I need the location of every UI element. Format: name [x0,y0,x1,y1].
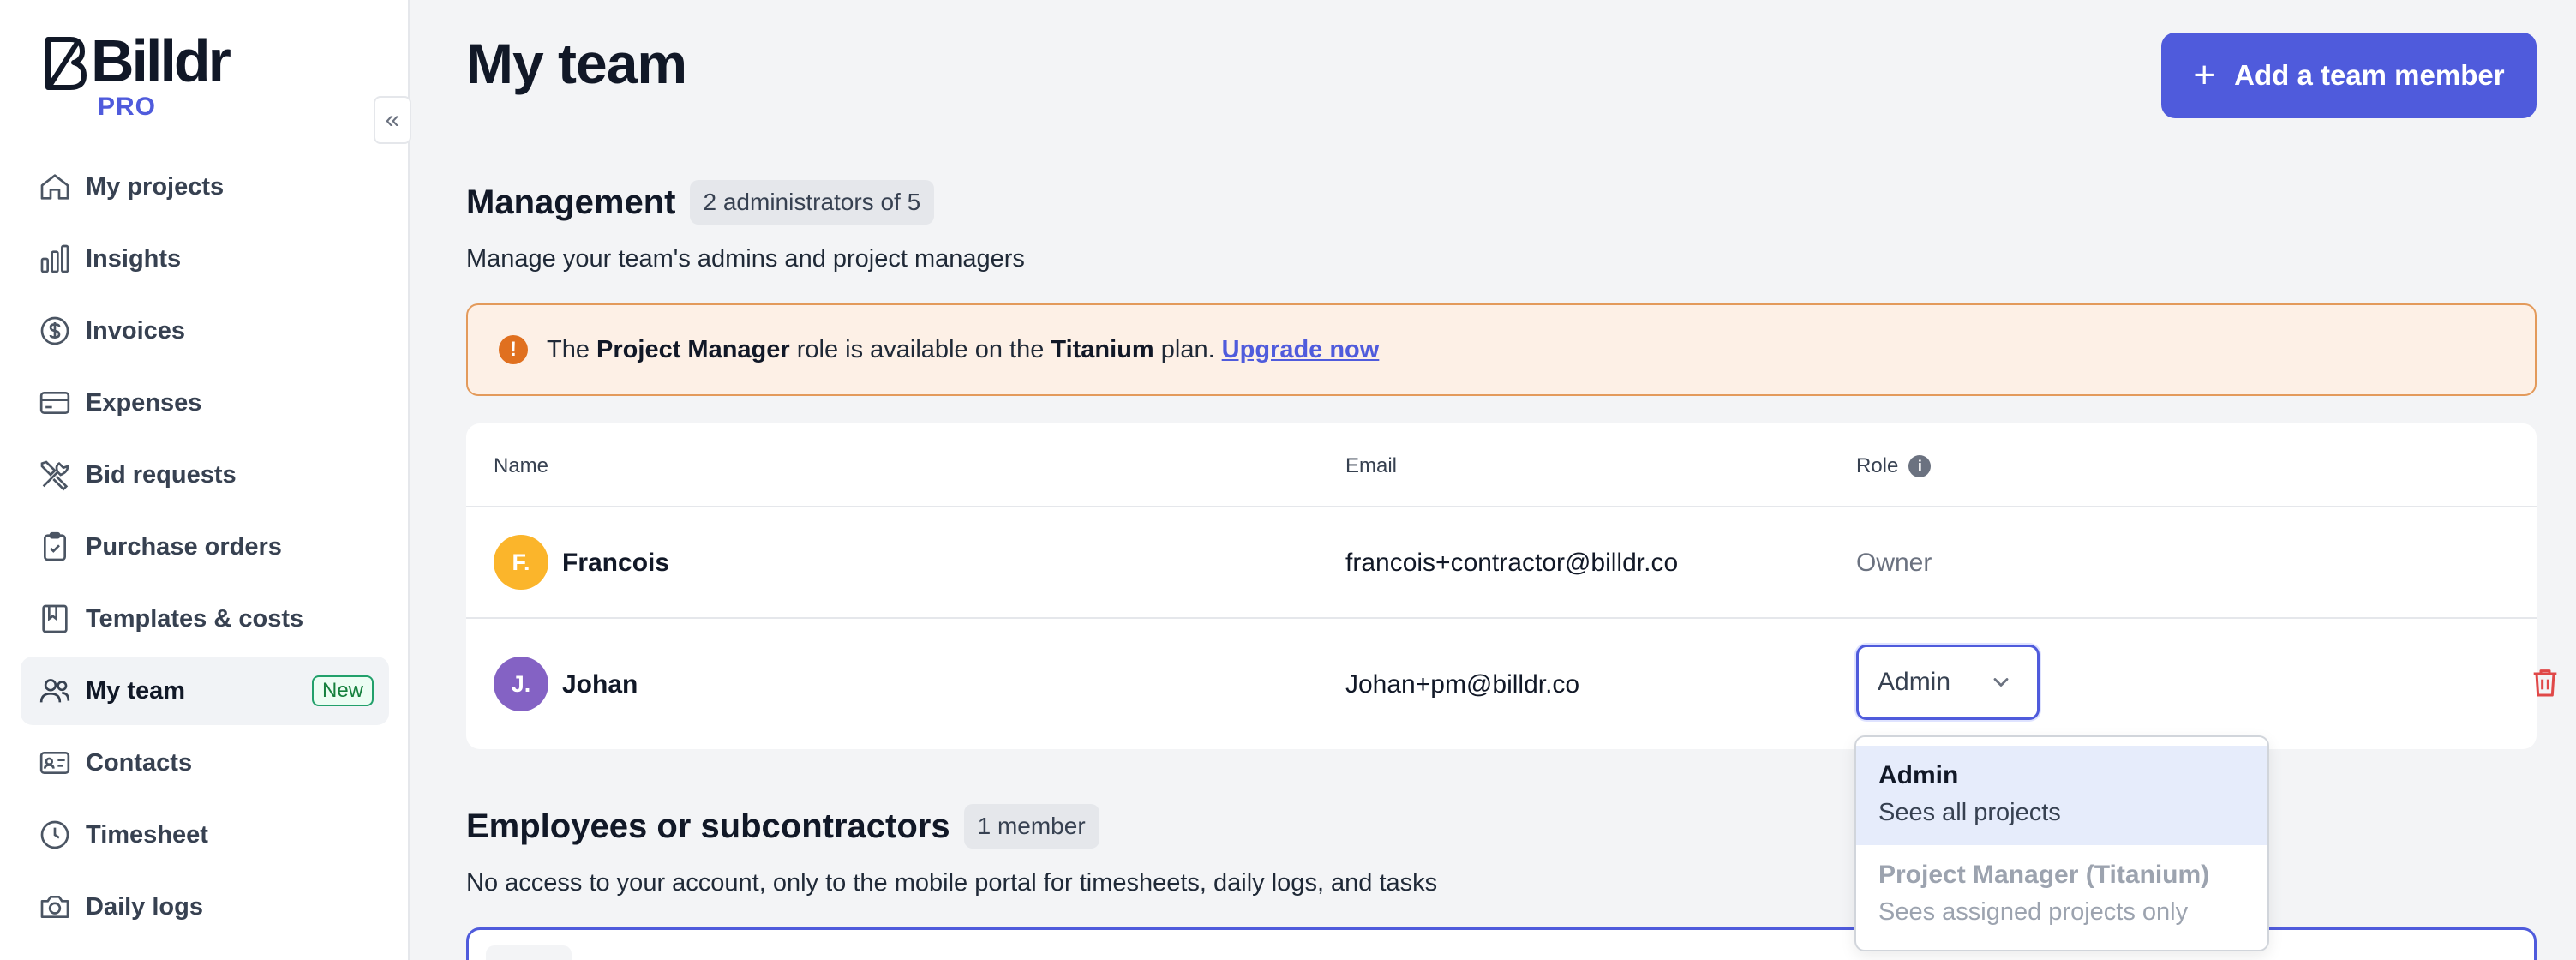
role-option-title: Admin [1878,761,1959,789]
alert-middle: role is available on the [796,335,1045,363]
add-team-member-label: Add a team member [2234,59,2505,91]
tools-icon [40,460,69,491]
add-team-member-button[interactable]: + Add a team member [2161,33,2537,118]
member-count-badge: 1 member [963,804,1099,849]
warning-icon: ! [499,335,528,364]
info-icon[interactable]: i [1908,455,1932,477]
sidebar-item-timesheet[interactable]: Timesheet [21,801,389,869]
column-header-email: Email [1345,454,1398,477]
sidebar-item-label: Bid requests [86,460,237,489]
sidebar-item-label: Templates & costs [86,604,304,633]
alert-prefix: The [547,335,590,363]
contact-card-icon [39,752,70,774]
role-option-admin[interactable]: Admin Sees all projects [1856,746,2267,845]
alert-suffix: plan. [1160,335,1215,363]
employees-header: Employees or subcontractors 1 member [466,804,1099,849]
dollar-icon [40,316,69,345]
member-email: Johan+pm@billdr.co [1345,670,1580,699]
card-icon [39,392,70,414]
home-icon [40,174,69,200]
management-table: Name Email Role i F. Francois francois+c… [466,423,2557,749]
role-option-subtitle: Sees all projects [1878,799,2061,826]
role-dropdown-menu: Admin Sees all projects Project Manager … [1854,735,2269,951]
sidebar-item-label: Purchase orders [86,532,282,561]
avatar: F. [494,535,548,590]
employees-title: Employees or subcontractors [466,807,950,845]
sidebar: Billdr PRO « My projects Insights Invoic… [0,0,411,960]
column-header-role-label: Role [1856,454,1899,477]
sidebar-item-bid-requests[interactable]: Bid requests [21,441,389,509]
divider [466,617,2537,619]
sidebar-item-label: Invoices [86,316,186,345]
sidebar-item-label: Expenses [86,388,202,417]
member-name: Johan [562,670,638,699]
sidebar-item-templates-costs[interactable]: Templates & costs [21,585,389,653]
employees-description: No access to your account, only to the m… [466,869,1438,897]
sidebar-item-contacts[interactable]: Contacts [21,729,389,797]
member-email: francois+contractor@billdr.co [1345,549,1679,577]
sidebar-item-daily-logs[interactable]: Daily logs [21,873,389,941]
sidebar-item-label: My projects [86,172,225,201]
sidebar-item-invoices[interactable]: Invoices [21,297,389,365]
divider [466,506,2537,507]
sidebar-item-label: My team [86,676,186,705]
collapse-sidebar-button[interactable]: « [374,96,411,144]
sidebar-item-label: Timesheet [86,820,208,849]
upgrade-alert: ! The Project Manager role is available … [466,303,2537,396]
role-select-value: Admin [1878,668,1951,696]
column-header-role: Role i [1856,454,1932,478]
sidebar-item-my-team[interactable]: My team New [21,657,389,725]
users-icon [39,679,70,703]
plus-icon: + [2193,54,2216,96]
management-description: Manage your team's admins and project ma… [466,245,1025,273]
management-title: Management [466,183,676,221]
clock-icon [40,820,69,849]
sidebar-item-label: Contacts [86,748,193,777]
chart-icon [40,244,69,273]
billdr-logo-icon [45,37,87,90]
sidebar-nav: My projects Insights Invoices Expenses B… [21,153,389,945]
sidebar-item-expenses[interactable]: Expenses [21,369,389,437]
book-icon [42,604,68,633]
brand-tier: PRO [98,93,157,121]
alert-plan: Titanium [1051,335,1154,363]
clipboard-icon [44,531,66,561]
role-option-title: Project Manager (Titanium) [1878,861,2210,889]
management-header: Management 2 administrators of 5 [466,180,935,225]
chevron-down-icon [1993,678,2009,687]
sidebar-item-insights[interactable]: Insights [21,225,389,293]
brand-name: Billdr [91,27,231,94]
sidebar-item-label: Insights [86,244,182,273]
double-chevron-left-icon: « [385,105,400,134]
avatar: J. [494,657,548,711]
member-role: Owner [1856,549,1932,577]
sidebar-item-my-projects[interactable]: My projects [21,153,389,221]
page-title: My team [466,32,687,95]
sidebar-item-label: Daily logs [86,892,203,921]
role-option-subtitle: Sees assigned projects only [1878,898,2189,926]
sidebar-item-purchase-orders[interactable]: Purchase orders [21,513,389,581]
role-select[interactable]: Admin [1856,645,2040,720]
camera-icon [40,896,69,918]
admin-count-badge: 2 administrators of 5 [689,180,935,225]
brand-logo[interactable]: Billdr [43,31,231,91]
member-name: Francois [562,549,670,577]
new-badge: New [311,675,374,706]
upgrade-now-link[interactable]: Upgrade now [1222,336,1380,364]
role-option-project-manager[interactable]: Project Manager (Titanium) Sees assigned… [1856,845,2267,945]
column-header-name: Name [494,454,549,477]
table-header-chip [486,945,572,960]
trash-icon[interactable] [2528,665,2562,699]
alert-role: Project Manager [596,335,790,363]
